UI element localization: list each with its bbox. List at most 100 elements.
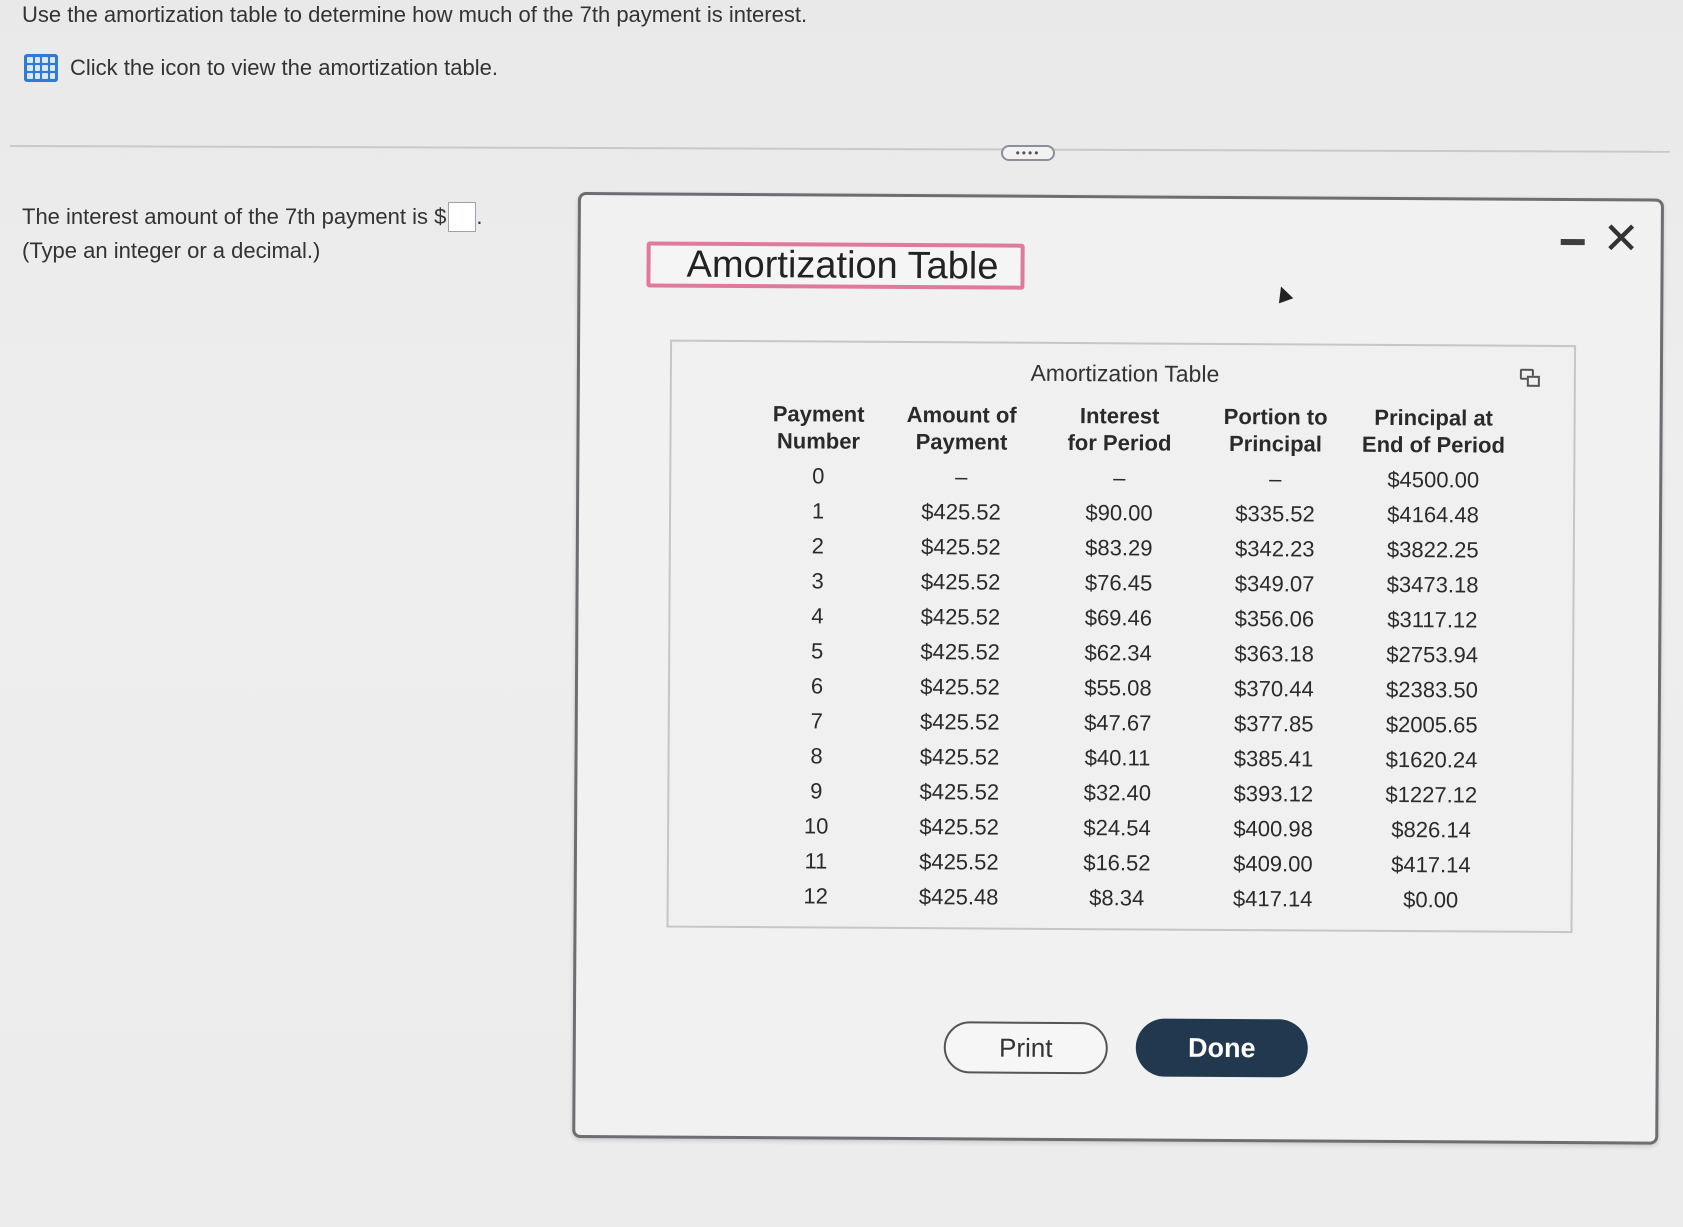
table-cell: $32.40 xyxy=(1083,779,1152,806)
table-cell: $370.44 xyxy=(1234,675,1314,702)
table-cell: $425.52 xyxy=(919,743,1000,770)
table-cell: $400.98 xyxy=(1233,815,1313,842)
table-cell: $0.00 xyxy=(1403,886,1459,912)
table-cell: $2753.94 xyxy=(1386,641,1479,668)
table-cell: 5 xyxy=(811,637,824,664)
table-cell: $342.23 xyxy=(1234,535,1315,562)
table-cell: $3117.12 xyxy=(1387,606,1478,633)
section-divider xyxy=(9,145,1670,153)
table-cell: 12 xyxy=(803,882,829,909)
print-button[interactable]: Print xyxy=(943,1021,1108,1075)
table-cell: $425.52 xyxy=(920,673,1000,700)
more-options-button[interactable]: •••• xyxy=(1001,145,1055,161)
table-cell: $385.41 xyxy=(1233,745,1314,772)
amortization-table-panel: Amortization Table Payment Number Amount o… xyxy=(666,339,1577,934)
table-cell: $55.08 xyxy=(1084,674,1152,701)
table-cell: 4 xyxy=(811,602,824,629)
answer-section: The interest amount of the 7th payment i… xyxy=(22,200,482,268)
table-header-row: Payment Number Amount of Payment Interest for… xyxy=(759,400,1509,463)
column-header-line: Interest xyxy=(1079,403,1160,429)
table-row: 0 – – – $4500.00 xyxy=(759,458,1509,498)
table-cell: $3822.25 xyxy=(1386,536,1479,563)
table-cell: $40.11 xyxy=(1084,744,1151,771)
table-cell: $4500.00 xyxy=(1387,466,1480,493)
table-cell: 8 xyxy=(810,742,823,769)
dialog-title: Amortization Table xyxy=(646,241,1025,290)
table-cell: $425.52 xyxy=(920,568,1001,595)
table-cell: $1620.24 xyxy=(1385,746,1478,773)
table-cell: $2383.50 xyxy=(1386,676,1478,703)
table-cell: 9 xyxy=(810,777,823,804)
column-header-line: Principal xyxy=(1228,430,1323,457)
table-cell: $826.14 xyxy=(1391,816,1471,842)
column-header: Amount of Payment xyxy=(877,401,1045,460)
column-header: Principal at End of Period xyxy=(1357,404,1509,463)
view-table-row: Click the icon to view the amortization … xyxy=(24,54,498,82)
table-cell: $69.46 xyxy=(1084,604,1153,631)
table-cell: $335.52 xyxy=(1235,500,1315,527)
table-row: 5 $425.52 $62.34 $363.18 $2753.94 xyxy=(758,633,1508,673)
table-cell: 0 xyxy=(812,462,825,489)
answer-suffix: . xyxy=(476,204,483,229)
table-cell: – xyxy=(1113,464,1126,490)
table-cell: 2 xyxy=(811,532,825,559)
table-cell: $417.14 xyxy=(1391,851,1471,877)
table-cell: $349.07 xyxy=(1234,570,1315,597)
table-row: 12 $425.48 $8.34 $417.14 $0.00 xyxy=(757,878,1507,918)
table-cell: $425.48 xyxy=(918,883,999,910)
table-cell: $24.54 xyxy=(1083,814,1151,841)
table-cell: $425.52 xyxy=(920,603,1001,630)
grid-table-icon[interactable] xyxy=(24,54,58,82)
table-cell: $16.52 xyxy=(1083,849,1151,876)
table-cell: 3 xyxy=(811,567,824,594)
mouse-cursor-icon: ▲ xyxy=(1265,273,1301,311)
table-row: 7 $425.52 $47.67 $377.85 $2005.65 xyxy=(758,703,1508,743)
table-cell: $377.85 xyxy=(1233,710,1314,737)
table-cell: $425.52 xyxy=(921,498,1001,525)
column-header-line: Number xyxy=(776,428,861,454)
table-cell: $83.29 xyxy=(1085,534,1153,561)
table-cell: $425.52 xyxy=(919,708,1000,735)
close-icon[interactable]: ✕ xyxy=(1603,214,1640,263)
table-cell: $1227.12 xyxy=(1385,781,1478,808)
column-header-line: Payment xyxy=(772,401,865,427)
table-cell: $2005.65 xyxy=(1385,711,1478,738)
column-header: Interest for Period xyxy=(1045,402,1193,461)
table-cell: $425.52 xyxy=(919,848,999,875)
column-header: Portion to Principal xyxy=(1193,403,1357,462)
table-cell: 10 xyxy=(803,812,829,839)
done-button[interactable]: Done xyxy=(1135,1018,1308,1078)
table-cell: $425.52 xyxy=(921,533,1001,560)
table-cell: $3473.18 xyxy=(1386,571,1479,598)
expand-window-icon[interactable] xyxy=(1519,368,1534,380)
table-row: 2 $425.52 $83.29 $342.23 $3822.25 xyxy=(759,528,1509,568)
column-header-line: End of Period xyxy=(1361,431,1506,458)
table-cell: $76.45 xyxy=(1084,569,1153,596)
table-cell: 7 xyxy=(810,707,823,734)
amortization-dialog: Amortization Table ✕ ▲ Amortization Tabl… xyxy=(572,192,1664,1145)
column-header: Payment Number xyxy=(759,400,877,459)
minimize-icon[interactable] xyxy=(1560,239,1585,246)
table-row: 10 $425.52 $24.54 $400.98 $826.14 xyxy=(757,808,1507,848)
table-row: 11 $425.52 $16.52 $409.00 $417.14 xyxy=(757,843,1507,883)
table-cell: – xyxy=(1269,465,1282,491)
table-cell: $62.34 xyxy=(1084,639,1152,666)
table-cell: 11 xyxy=(804,847,828,874)
column-header-line: Portion to xyxy=(1223,403,1328,430)
question-text: Use the amortization table to determine … xyxy=(22,2,808,27)
table-row: 1 $425.52 $90.00 $335.52 $4164.48 xyxy=(759,493,1509,533)
answer-prefix: The interest amount of the 7th payment i… xyxy=(22,204,447,229)
column-header-line: for Period xyxy=(1067,429,1172,456)
table-row: 8 $425.52 $40.11 $385.41 $1620.24 xyxy=(757,738,1507,778)
column-header-line: Amount of xyxy=(906,402,1017,428)
table-row: 9 $425.52 $32.40 $393.12 $1227.12 xyxy=(757,773,1507,813)
table-cell: $425.52 xyxy=(919,813,999,840)
view-table-label: Click the icon to view the amortization … xyxy=(70,55,498,80)
table-cell: $363.18 xyxy=(1234,640,1315,667)
table-row: 6 $425.52 $55.08 $370.44 $2383.50 xyxy=(758,668,1508,708)
answer-hint: (Type an integer or a decimal.) xyxy=(22,238,321,263)
table-caption: Amortization Table xyxy=(1030,359,1220,387)
table-cell: 1 xyxy=(811,497,825,524)
answer-input[interactable] xyxy=(448,202,477,232)
column-header-line: Payment xyxy=(915,429,1008,455)
